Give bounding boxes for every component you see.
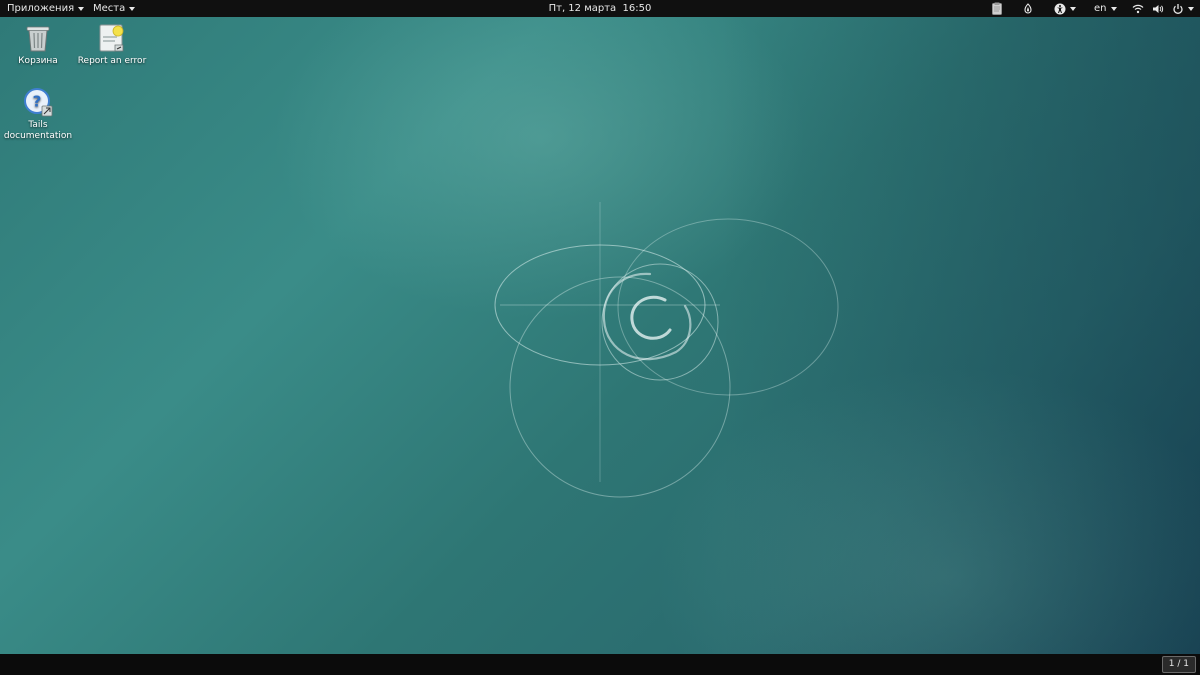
top-panel: Приложения Места Пт, 12 марта 16:50 en xyxy=(0,0,1200,17)
onion-icon xyxy=(1024,2,1032,13)
chevron-down-icon xyxy=(1188,7,1194,11)
system-menu[interactable] xyxy=(1132,0,1194,17)
accessibility-icon xyxy=(1054,3,1066,14)
chevron-down-icon xyxy=(129,7,136,11)
wifi-icon xyxy=(1132,4,1144,13)
chevron-down-icon xyxy=(1070,7,1076,11)
desktop-icon-tails-documentation[interactable]: ? Tails documentation xyxy=(0,86,76,142)
desktop-icon-label: Report an error xyxy=(77,56,147,66)
clock-button[interactable]: Пт, 12 марта 16:50 xyxy=(549,3,652,14)
workspace-switcher[interactable]: 1 / 1 xyxy=(1161,656,1196,673)
chevron-down-icon xyxy=(78,7,85,11)
desktop-icon-label: Tails documentation xyxy=(3,120,73,141)
clock-area: Пт, 12 марта 16:50 xyxy=(0,0,1200,17)
svg-text:?: ? xyxy=(33,93,42,111)
desktop-icon-label: Корзина xyxy=(18,56,58,66)
volume-icon xyxy=(1153,4,1164,13)
tor-status-indicator[interactable] xyxy=(1022,0,1034,17)
bottom-panel: 1 / 1 xyxy=(0,654,1200,675)
places-menu[interactable]: Места xyxy=(93,0,136,17)
desktop-background: Корзина Report an error ? Tails document… xyxy=(0,17,1200,654)
debian-swirl-logo xyxy=(494,202,839,498)
desktop-icon-trash[interactable]: Корзина xyxy=(0,22,76,67)
help-doc-icon: ? xyxy=(24,88,53,117)
accessibility-menu[interactable] xyxy=(1054,0,1076,17)
desktop-icon-report-error[interactable]: Report an error xyxy=(74,22,150,67)
keyboard-layout-menu[interactable]: en xyxy=(1094,0,1117,17)
places-menu-label: Места xyxy=(93,3,126,14)
power-icon xyxy=(1173,3,1183,14)
clipboard-icon xyxy=(992,2,1002,15)
language-label: en xyxy=(1094,3,1107,14)
report-error-icon xyxy=(99,24,124,52)
applications-menu[interactable]: Приложения xyxy=(7,0,85,17)
clipboard-indicator[interactable] xyxy=(991,0,1003,17)
applications-menu-label: Приложения xyxy=(7,3,75,14)
chevron-down-icon xyxy=(1110,7,1117,11)
trash-icon xyxy=(26,26,50,52)
